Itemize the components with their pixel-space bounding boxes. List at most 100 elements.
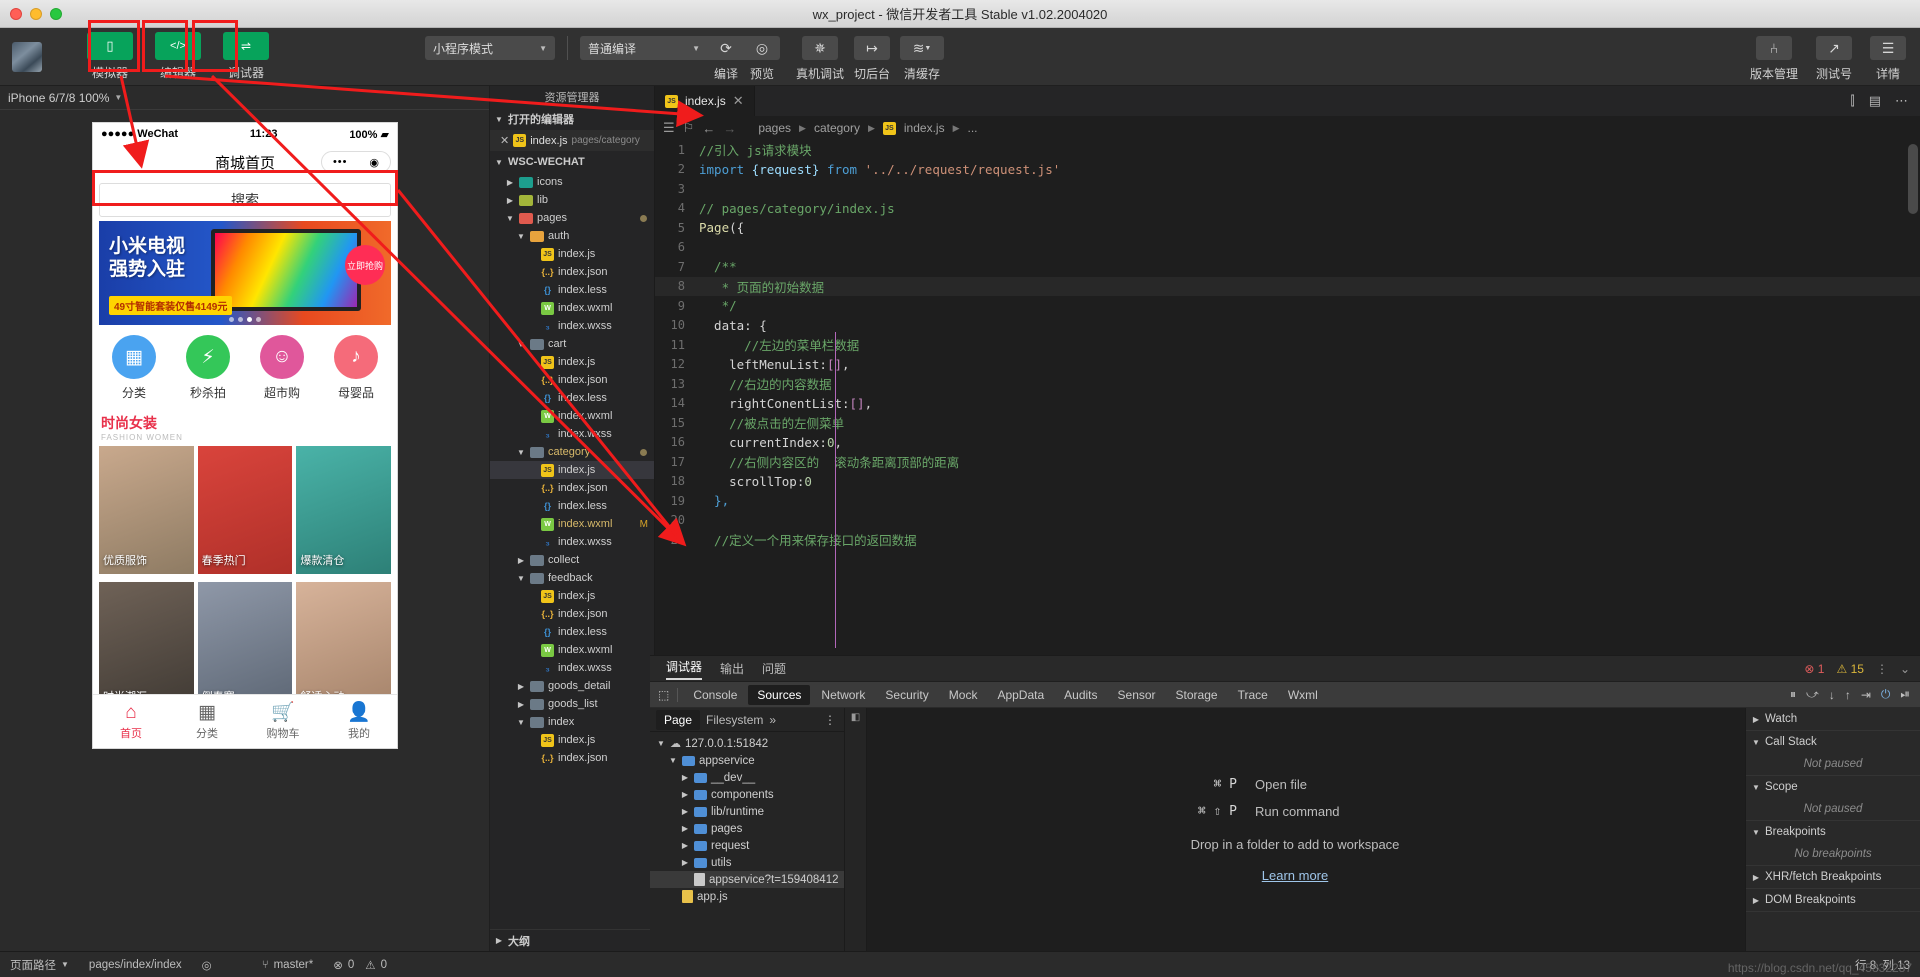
phone-tab-购物车[interactable]: 🛒 购物车 — [245, 695, 321, 748]
step-into-icon[interactable]: ↓ — [1829, 688, 1835, 702]
open-editors-section[interactable]: ▼ 打开的编辑器 — [490, 108, 654, 130]
tree-folder[interactable]: ▼ feedback — [490, 569, 654, 587]
tree-file[interactable]: JS index.js — [490, 587, 654, 605]
debugger-section-watch[interactable]: ▶ Watch — [1746, 708, 1920, 730]
phone-tab-分类[interactable]: ▦ 分类 — [169, 695, 245, 748]
chevron-right-icon[interactable]: ▶ — [516, 700, 526, 709]
devtools-tab-sources[interactable]: Sources — [748, 684, 811, 705]
split-editor-icon[interactable]: ⫿ — [1851, 93, 1855, 109]
devtools-tab-mock[interactable]: Mock — [940, 685, 987, 705]
tree-file[interactable]: JS index.js — [490, 353, 654, 371]
sources-tree-item[interactable]: ▶ pages — [650, 820, 844, 837]
devtools-tab-network[interactable]: Network — [812, 685, 874, 705]
compile-select[interactable]: 普通编译 ▼ — [580, 36, 708, 60]
devtools-tab-appdata[interactable]: AppData — [988, 685, 1053, 705]
pause-icon[interactable]: ⏸ — [1790, 687, 1796, 702]
tree-folder[interactable]: ▼ category — [490, 443, 654, 461]
tree-folder[interactable]: ▶ icons — [490, 173, 654, 191]
more-icon[interactable]: ••• — [333, 156, 348, 168]
sources-tab-»[interactable]: » — [769, 713, 776, 727]
toggle-editor-button[interactable]: </> 编辑器 — [150, 32, 206, 81]
chevron-down-icon[interactable]: ▼ — [516, 340, 526, 349]
file-tree[interactable]: ▶ icons ▶ lib ▼ pages ▼ auth JS index.js {..} index… — [490, 173, 654, 929]
chevron-down-icon[interactable]: ▼ — [505, 214, 515, 223]
breadcrumb-item-file[interactable]: index.js — [904, 121, 945, 135]
compile-select-wrap[interactable]: 普通编译 ▼ — [580, 36, 708, 60]
tree-folder[interactable]: ▶ goods_list — [490, 695, 654, 713]
chevron-down-icon[interactable]: ▼ — [516, 232, 526, 241]
page-path-select[interactable]: 页面路径 ▼ — [0, 957, 79, 973]
devtools-tab-trace[interactable]: Trace — [1229, 685, 1277, 705]
toggle-debugger-button[interactable]: ⇌ 调试器 — [218, 32, 274, 81]
editor-scrollbar[interactable] — [1908, 144, 1918, 214]
step-over-icon[interactable]: ⤻ — [1806, 687, 1819, 702]
tree-file[interactable]: Windex.wxml — [490, 299, 654, 317]
debugger-tab-问题[interactable]: 问题 — [762, 660, 786, 677]
mode-select[interactable]: 小程序模式 ▼ — [425, 36, 555, 60]
devtools-tab-storage[interactable]: Storage — [1167, 685, 1227, 705]
deactivate-breakpoints-icon[interactable]: ⏻ — [1881, 687, 1891, 702]
tree-file[interactable]: ₃ index.wxss — [490, 659, 654, 677]
tree-file[interactable]: ₃ index.wxss — [490, 317, 654, 335]
phone-tab-我的[interactable]: 👤 我的 — [321, 695, 397, 748]
eye-toggle[interactable]: ◎ — [192, 958, 222, 972]
warning-badge[interactable]: ⚠ 15 — [1836, 662, 1863, 676]
carousel-dot-active[interactable] — [247, 317, 252, 322]
toggle-simulator-button[interactable]: ▯ 模拟器 — [82, 32, 138, 81]
sources-gutter[interactable]: ◧ — [845, 708, 867, 951]
avatar[interactable] — [12, 41, 42, 72]
close-icon[interactable]: ✕ — [500, 134, 509, 147]
branch-indicator[interactable]: ⑂ master* — [222, 959, 324, 971]
category-shortcut[interactable]: ▦ 分类 — [103, 335, 165, 401]
sources-tab-Filesystem[interactable]: Filesystem — [706, 713, 763, 727]
sources-tree-item[interactable]: ▼ ☁ 127.0.0.1:51842 — [650, 735, 844, 752]
learn-more-link[interactable]: Learn more — [1262, 868, 1328, 883]
chevron-down-icon[interactable]: ▼ — [516, 718, 526, 727]
pause-exceptions-icon[interactable]: ⏯ — [1900, 687, 1910, 702]
tree-folder[interactable]: ▼ auth — [490, 227, 654, 245]
product-card[interactable]: 春季热门 — [197, 446, 293, 574]
tree-file[interactable]: {..} index.json — [490, 749, 654, 767]
capsule-buttons[interactable]: ••• ◉ — [321, 151, 391, 173]
open-editor-item[interactable]: ✕ JS index.js pages/category — [490, 130, 654, 151]
tree-file[interactable]: {..} index.json — [490, 263, 654, 281]
banner-carousel[interactable]: 小米电视 强势入驻 49寸智能套装仅售4149元 立即抢购 — [99, 221, 391, 325]
tree-file[interactable]: ₃ index.wxss — [490, 425, 654, 443]
banner-badge[interactable]: 立即抢购 — [345, 245, 385, 285]
chevron-down-icon[interactable]: ▼ — [516, 574, 526, 583]
tree-file[interactable]: ₃ index.wxss — [490, 533, 654, 551]
tree-file[interactable]: JS index.js — [490, 245, 654, 263]
clear-cache-button[interactable]: ≋ ▼ 清缓存 — [900, 36, 945, 82]
step-out-icon[interactable]: ↑ — [1845, 688, 1851, 702]
minimize-panel-icon[interactable]: ⌄ — [1900, 662, 1910, 676]
debugger-section-dom-breakpoints[interactable]: ▶ DOM Breakpoints — [1746, 889, 1920, 911]
chevron-down-icon[interactable]: ▼ — [668, 756, 678, 765]
breadcrumb-item-more[interactable]: ... — [968, 121, 978, 135]
outline-list-icon[interactable]: ☰ — [663, 120, 675, 136]
outline-section[interactable]: ▶ 大纲 — [490, 929, 654, 951]
sources-tree-item[interactable]: ▶ lib/runtime — [650, 803, 844, 820]
tree-file[interactable]: JS index.js — [490, 461, 654, 479]
sources-tree-item[interactable]: ▼ appservice — [650, 752, 844, 769]
more-options-icon[interactable]: ⋮ — [824, 713, 844, 727]
tree-folder[interactable]: ▼ cart — [490, 335, 654, 353]
tree-folder[interactable]: ▶ goods_detail — [490, 677, 654, 695]
bookmark-icon[interactable]: ⚐ — [683, 120, 695, 136]
search-input[interactable]: 搜索 — [99, 183, 391, 217]
sources-tree-item[interactable]: ▶ request — [650, 837, 844, 854]
back-icon[interactable]: ← — [702, 121, 715, 136]
tree-file[interactable]: Windex.wxml — [490, 407, 654, 425]
debugger-tab-输出[interactable]: 输出 — [720, 660, 744, 677]
debugger-section-call-stack[interactable]: ▼ Call Stack — [1746, 731, 1920, 753]
tree-file[interactable]: {} index.less — [490, 389, 654, 407]
tree-file[interactable]: {} index.less — [490, 497, 654, 515]
debugger-section-scope[interactable]: ▼ Scope — [1746, 776, 1920, 798]
inspect-element-icon[interactable]: ⬚ — [656, 687, 679, 702]
devtools-tab-wxml[interactable]: Wxml — [1279, 685, 1327, 705]
tree-file[interactable]: {} index.less — [490, 623, 654, 641]
category-shortcut[interactable]: ☺ 超市购 — [251, 335, 313, 401]
devtools-tab-audits[interactable]: Audits — [1055, 685, 1106, 705]
product-card[interactable]: 舒适心动 — [296, 582, 392, 710]
more-icon[interactable]: ⋮ — [1876, 662, 1888, 676]
chevron-right-icon[interactable]: ▶ — [680, 790, 690, 799]
